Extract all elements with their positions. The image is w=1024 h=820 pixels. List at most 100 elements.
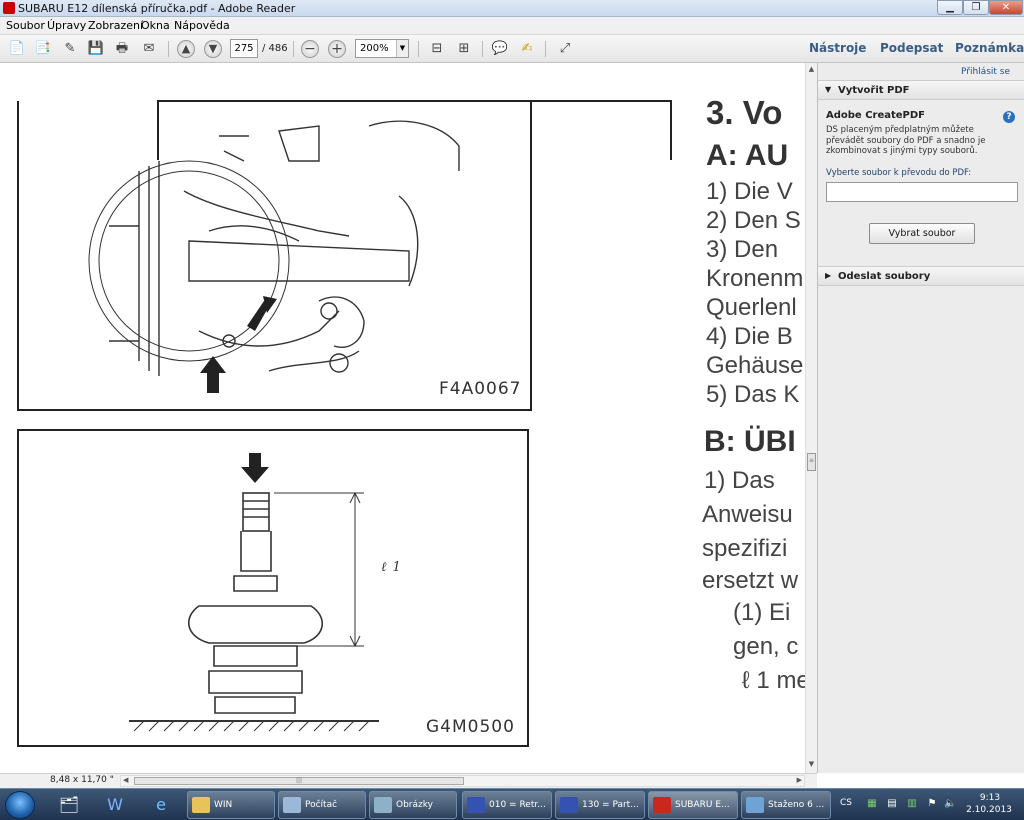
- task-pictures[interactable]: Obrázky: [369, 791, 457, 819]
- task-part[interactable]: 130 = Part...: [555, 791, 645, 819]
- task-label: 130 = Part...: [582, 800, 639, 810]
- menu-bar: Soubor Úpravy Zobrazení Okna Nápověda: [0, 17, 1024, 35]
- word-icon[interactable]: W: [96, 792, 134, 818]
- minimize-button[interactable]: ▁: [937, 0, 963, 15]
- doc-line: 5) Das K: [706, 381, 800, 408]
- tab-podepsat[interactable]: Podepsat: [880, 41, 943, 55]
- chevron-down-icon[interactable]: ▼: [396, 40, 408, 57]
- zoom-out-icon[interactable]: −: [301, 40, 319, 58]
- horizontal-scroll-thumb[interactable]: |||: [134, 777, 464, 785]
- taskbar: 🗂 W e WIN Počítač Obrázky 010 = Retr... …: [0, 788, 1024, 820]
- zoom-value: 200%: [360, 43, 389, 54]
- scroll-left-icon[interactable]: ◀: [123, 776, 128, 784]
- menu-zobrazeni[interactable]: Zobrazení: [88, 19, 143, 32]
- task-computer[interactable]: Počítač: [278, 791, 366, 819]
- file-field[interactable]: [826, 182, 1018, 202]
- language-indicator[interactable]: CS: [840, 798, 852, 808]
- section-create-pdf[interactable]: ▼ Vytvořit PDF: [818, 80, 1024, 100]
- combine-icon[interactable]: 📑: [33, 39, 53, 59]
- start-button[interactable]: [5, 791, 35, 819]
- fit-width-icon[interactable]: ⊞: [454, 39, 474, 59]
- scroll-thumb[interactable]: ≡: [807, 453, 816, 471]
- select-file-label: Vyberte soubor k převodu do PDF:: [826, 168, 972, 178]
- figure-ball-joint: ℓ 1 G4M0500: [17, 429, 529, 747]
- subaru-icon: [467, 797, 485, 813]
- folder-icon[interactable]: 🗂: [50, 792, 88, 818]
- email-icon[interactable]: ✉: [139, 39, 159, 59]
- close-button[interactable]: ✕: [989, 0, 1023, 15]
- clock-date[interactable]: 2.10.2013: [962, 805, 1016, 815]
- task-label: WIN: [214, 800, 233, 810]
- select-file-button[interactable]: Vybrat soubor: [869, 223, 975, 244]
- doc-heading-3: 3. Vo: [706, 94, 783, 131]
- doc-heading-b: B: ÜBI: [704, 425, 796, 458]
- speaker-icon[interactable]: 🔈: [944, 798, 956, 810]
- next-page-icon[interactable]: ▼: [204, 40, 222, 58]
- task-retr[interactable]: 010 = Retr...: [462, 791, 552, 819]
- scroll-up-icon[interactable]: ▲: [806, 65, 817, 76]
- tray-app-icon[interactable]: ▦: [866, 798, 878, 810]
- toolbar-separator: [293, 41, 294, 57]
- adobe-reader-icon: [3, 2, 15, 14]
- clock-time[interactable]: 9:13: [970, 793, 1010, 803]
- task-label: Staženo 6 ...: [768, 800, 825, 810]
- scroll-down-icon[interactable]: ▼: [806, 760, 817, 771]
- task-win[interactable]: WIN: [187, 791, 275, 819]
- ball-joint-drawing: [129, 453, 379, 732]
- tray-network-icon[interactable]: ▥: [906, 798, 918, 810]
- create-pdf-title: Adobe CreatePDF: [826, 110, 926, 121]
- figure2-label: G4M0500: [426, 717, 515, 737]
- figure2-dim-label: ℓ 1: [381, 560, 402, 575]
- download-icon: [746, 797, 764, 813]
- doc-line: gen, c: [733, 633, 799, 660]
- save-icon[interactable]: 💾: [86, 39, 106, 59]
- tray-icon[interactable]: ▤: [886, 798, 898, 810]
- pictures-icon: [374, 797, 392, 813]
- tray-flag-icon[interactable]: ⚑: [926, 798, 938, 810]
- section-create-label: Vytvořit PDF: [838, 85, 910, 96]
- task-label: Obrázky: [396, 800, 433, 810]
- vertical-scrollbar[interactable]: ▲ ≡ ▼: [805, 63, 817, 773]
- tools-panel: Přihlásit se ▼ Vytvořit PDF Adobe Create…: [817, 63, 1024, 773]
- maximize-button[interactable]: ❐: [963, 0, 989, 15]
- ie-icon[interactable]: e: [142, 792, 180, 818]
- horizontal-scrollbar[interactable]: ◀ ||| ▶: [120, 775, 805, 787]
- doc-line: 1) Die V: [706, 178, 793, 205]
- menu-napoveda[interactable]: Nápověda: [174, 19, 230, 32]
- zoom-in-icon[interactable]: +: [328, 40, 346, 58]
- task-label: 010 = Retr...: [489, 800, 546, 810]
- comment-icon[interactable]: 💬: [490, 39, 510, 59]
- highlight-icon[interactable]: ✍: [517, 39, 537, 59]
- scroll-right-icon[interactable]: ▶: [797, 776, 802, 784]
- section-send-files[interactable]: ▶ Odeslat soubory: [818, 266, 1024, 286]
- help-icon[interactable]: ?: [1003, 111, 1015, 123]
- menu-upravy[interactable]: Úpravy: [47, 19, 86, 32]
- edit-icon[interactable]: ✎: [60, 39, 80, 59]
- section-send-label: Odeslat soubory: [838, 271, 931, 282]
- chevron-down-icon: ▼: [825, 85, 832, 94]
- doc-line: 2) Den S: [706, 207, 801, 234]
- title-bar: SUBARU E12 dílenská příručka.pdf - Adobe…: [0, 0, 1024, 17]
- menu-okna[interactable]: Okna: [141, 19, 170, 32]
- tab-nastroje[interactable]: Nástroje: [809, 41, 866, 55]
- page-size: 8,48 x 11,70 ": [50, 775, 114, 785]
- task-downloads[interactable]: Staženo 6 ...: [741, 791, 831, 819]
- toolbar-separator: [545, 41, 546, 57]
- prev-page-icon[interactable]: ▲: [177, 40, 195, 58]
- page-number-input[interactable]: 275: [230, 39, 258, 58]
- doc-line: Kronenm: [706, 265, 804, 292]
- zoom-select[interactable]: 200% ▼: [355, 39, 409, 58]
- document-view[interactable]: F4A0067 ℓ 1 G4M0500 3. Vo A: AU 1) Die V…: [0, 63, 805, 773]
- fullscreen-icon[interactable]: ⤢: [555, 39, 575, 59]
- tab-poznamka[interactable]: Poznámka: [955, 41, 1024, 55]
- fit-page-icon[interactable]: ⊟: [427, 39, 447, 59]
- computer-icon: [283, 797, 301, 813]
- signin-link[interactable]: Přihlásit se: [961, 67, 1010, 77]
- task-subaru-pdf[interactable]: SUBARU E...: [648, 791, 738, 819]
- create-pdf-icon[interactable]: 📄: [7, 39, 27, 59]
- menu-soubor[interactable]: Soubor: [6, 19, 45, 32]
- print-icon[interactable]: 🖶: [112, 39, 132, 59]
- pdf-icon: [653, 797, 671, 813]
- task-label: SUBARU E...: [675, 800, 730, 810]
- subaru-icon: [560, 797, 578, 813]
